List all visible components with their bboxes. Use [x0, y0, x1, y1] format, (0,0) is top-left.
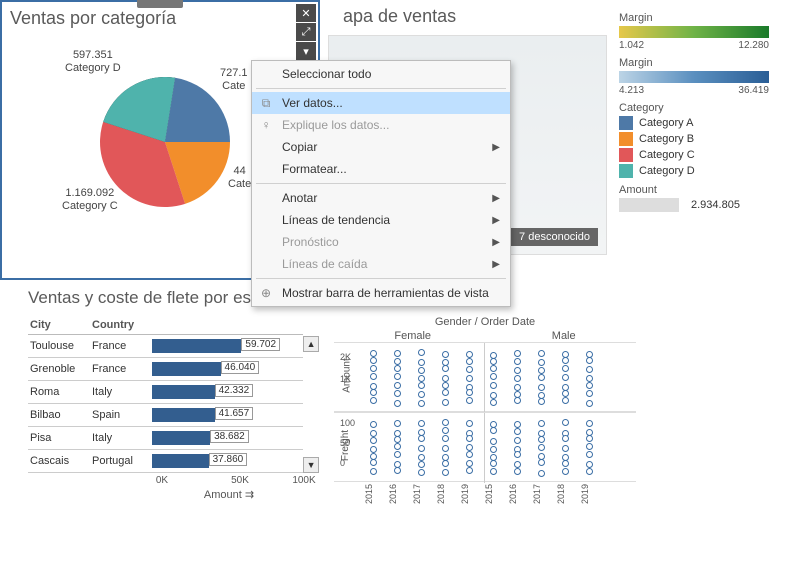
- table-axis-label: Amount ⇉: [138, 488, 320, 501]
- pie-svg: [100, 77, 230, 207]
- legend-cat-a[interactable]: Category A: [619, 116, 796, 130]
- ctx-copy[interactable]: Copiar▶: [252, 136, 510, 158]
- legend-panel: Margin 1.04212.280 Margin 4.21336.419 Ca…: [615, 0, 800, 280]
- ctx-toolbar[interactable]: ⊕Mostrar barra de herramientas de vista: [252, 282, 510, 304]
- legend-margin1-gradient[interactable]: [619, 26, 769, 38]
- dot-row-freight[interactable]: [334, 412, 636, 482]
- legend-cat-d[interactable]: Category D: [619, 164, 796, 178]
- col-country[interactable]: Country: [90, 316, 150, 335]
- table-row[interactable]: GrenobleFrance46.040: [28, 358, 303, 381]
- chevron-right-icon: ▶: [492, 215, 500, 226]
- scroll-down-icon[interactable]: ▼: [303, 457, 319, 473]
- ctx-drop: Líneas de caída▶: [252, 253, 510, 275]
- legend-amount[interactable]: 2.934.805: [619, 198, 796, 212]
- dropdown-icon[interactable]: ▾: [296, 42, 316, 60]
- dot-row-amount[interactable]: [334, 342, 636, 412]
- table-row[interactable]: ToulouseFrance59.702: [28, 335, 303, 358]
- ctx-select-all[interactable]: Seleccionar todo: [252, 63, 510, 85]
- table-row[interactable]: RomaItaly42.332: [28, 381, 303, 404]
- scroll-up-icon[interactable]: ▲: [303, 336, 319, 352]
- close-icon[interactable]: ✕: [296, 4, 316, 22]
- ctx-forecast: Pronóstico▶: [252, 231, 510, 253]
- chevron-right-icon: ▶: [492, 193, 500, 204]
- pie-chart[interactable]: 597.351Category D 727.1Cate 44Cate 1.169…: [10, 37, 290, 257]
- chevron-right-icon: ▶: [492, 237, 500, 248]
- legend-cat-c[interactable]: Category C: [619, 148, 796, 162]
- ctx-format[interactable]: Formatear...: [252, 158, 510, 180]
- pie-label-d: 597.351Category D: [65, 49, 121, 75]
- legend-margin1-title: Margin: [619, 12, 796, 24]
- ctx-explain: ♀Explique los datos...: [252, 114, 510, 136]
- pie-title: Ventas por categoría: [10, 8, 310, 29]
- pie-label-c: 1.169.092Category C: [62, 187, 118, 213]
- legend-cat-b[interactable]: Category B: [619, 132, 796, 146]
- col-amount[interactable]: [150, 316, 303, 335]
- dots-header: Gender / Order Date: [334, 316, 636, 328]
- table-row[interactable]: BilbaoSpain41.657: [28, 404, 303, 427]
- legend-amount-title: Amount: [619, 184, 796, 196]
- legend-margin2-gradient[interactable]: [619, 71, 769, 83]
- dot-panel: Ventas vs. Flete Gender / Order Date Fem…: [330, 280, 640, 504]
- context-menu: Seleccionar todo ⧉Ver datos... ♀Explique…: [251, 60, 511, 307]
- ctx-view-data[interactable]: ⧉Ver datos...: [252, 92, 510, 114]
- pie-label-b: 44Cate: [228, 165, 251, 191]
- chevron-right-icon: ▶: [492, 142, 500, 153]
- drag-handle[interactable]: [137, 0, 183, 8]
- col-city[interactable]: City: [28, 316, 90, 335]
- ctx-annotate[interactable]: Anotar▶: [252, 187, 510, 209]
- legend-category-title: Category: [619, 102, 796, 114]
- chevron-right-icon: ▶: [492, 259, 500, 270]
- table-row[interactable]: CascaisPortugal37.860: [28, 450, 303, 473]
- expand-icon[interactable]: ⤢: [296, 23, 316, 41]
- city-table: City Country ToulouseFrance59.702Grenobl…: [28, 316, 303, 473]
- legend-margin2-title: Margin: [619, 57, 796, 69]
- table-row[interactable]: PisaItaly38.682: [28, 427, 303, 450]
- table-panel: Ventas y coste de flete por estado civil…: [0, 280, 330, 504]
- ctx-trend[interactable]: Líneas de tendencia▶: [252, 209, 510, 231]
- map-title: Mapa de ventas: [328, 6, 607, 27]
- bulb-icon: ♀: [258, 118, 274, 132]
- pie-label-a: 727.1Cate: [220, 67, 248, 93]
- map-unknown-badge[interactable]: 7 desconocido: [511, 228, 598, 246]
- data-icon: ⧉: [258, 96, 274, 111]
- zoom-icon: ⊕: [258, 286, 274, 300]
